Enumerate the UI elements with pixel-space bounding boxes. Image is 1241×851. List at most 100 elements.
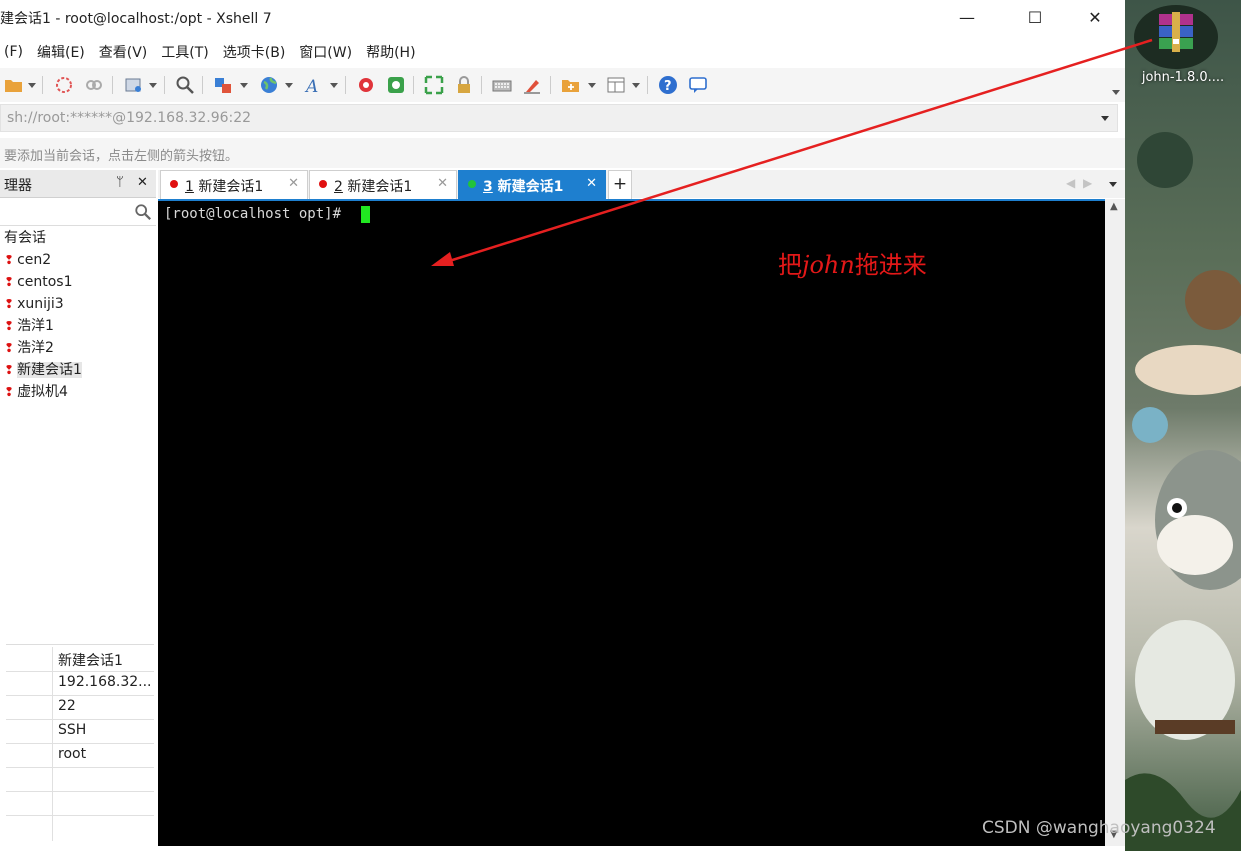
tab-session-3[interactable]: 3 新建会话1 ✕ [458,170,606,199]
property-row: root [6,743,154,768]
desktop-background [1125,0,1241,851]
fullscreen-icon[interactable] [424,75,444,95]
toolbar: A ? [0,68,1125,102]
tab-list-dropdown-icon[interactable] [1109,182,1117,187]
session-icon: ❢ [4,253,15,267]
menu-edit[interactable]: 编辑(E) [30,42,92,62]
maximize-button[interactable]: ☐ [1012,0,1058,34]
xftp-icon[interactable] [356,75,376,95]
tree-item-all-sessions[interactable]: 有会话 [4,228,46,248]
toolbar-separator [413,76,414,94]
tab-close-icon[interactable]: ✕ [288,176,299,191]
new-tab-button[interactable]: + [608,170,632,199]
minimize-button[interactable]: — [944,0,990,34]
session-properties: 新建会话1 192.168.32... 22 SSH root [6,644,154,844]
session-icon: ❢ [4,297,15,311]
disconnect-icon[interactable] [84,75,104,95]
status-dot-icon [170,180,178,188]
menu-bar: (F) 编辑(E) 查看(V) 工具(T) 选项卡(B) 窗口(W) 帮助(H) [0,36,1125,68]
properties-dropdown-icon[interactable] [149,83,157,88]
tab-close-icon[interactable]: ✕ [437,176,448,191]
new-folder-icon[interactable] [561,75,581,95]
terminal-scrollbar[interactable]: ▲ ▼ [1105,199,1125,846]
transfer-dropdown-icon[interactable] [240,83,248,88]
chat-icon[interactable] [688,75,708,95]
toolbar-separator [481,76,482,94]
csdn-watermark: CSDN @wanghaoyang0324 [982,818,1216,838]
search-icon[interactable] [134,203,152,221]
font-dropdown-icon[interactable] [330,83,338,88]
layout-icon[interactable] [606,75,626,95]
tree-item-xuniji3[interactable]: ❢ xuniji3 [4,294,64,314]
toolbar-separator [647,76,648,94]
tab-scroll-left-icon[interactable]: ◀ [1066,176,1075,190]
tab-session-1[interactable]: 1 新建会话1 ✕ [160,170,308,199]
address-dropdown-icon[interactable] [1101,116,1109,121]
hint-bar: 要添加当前会话，点击左侧的箭头按钮。 [0,138,1125,168]
annotation-text: 把john拖进来 [778,251,927,279]
globe-icon[interactable] [259,75,279,95]
tab-scroll-right-icon[interactable]: ▶ [1083,176,1092,190]
terminal-cursor [361,206,370,223]
desktop-icon-label[interactable]: john-1.8.0.... [1126,70,1240,85]
svg-text:?: ? [664,79,672,94]
open-folder-icon[interactable] [4,75,24,95]
toolbar-separator [42,76,43,94]
toolbar-separator [164,76,165,94]
tab-close-icon[interactable]: ✕ [586,176,597,191]
session-search-input[interactable] [0,198,156,226]
properties-icon[interactable] [124,75,144,95]
tree-item-haoyang1[interactable]: ❢ 浩洋1 [4,316,54,336]
property-row: 192.168.32... [6,671,154,696]
tree-item-cen2[interactable]: ❢ cen2 [4,250,51,270]
tree-item-haoyang2[interactable]: ❢ 浩洋2 [4,338,54,358]
tree-item-new-session1[interactable]: ❢ 新建会话1 [4,360,82,380]
hint-text: 要添加当前会话，点击左侧的箭头按钮。 [4,149,239,164]
property-row [6,767,154,792]
xmanager-icon[interactable] [386,75,406,95]
font-icon[interactable]: A [304,75,324,95]
session-manager-header: 理器 ᛘ ✕ [0,170,156,198]
title-bar: 建会话1 - root@localhost:/opt - Xshell 7 — … [0,0,1125,36]
reconnect-icon[interactable] [54,75,74,95]
winrar-archive-icon[interactable] [1133,4,1219,70]
globe-dropdown-icon[interactable] [285,83,293,88]
folder-dropdown-icon[interactable] [588,83,596,88]
wallpaper-art [1125,132,1241,851]
menu-help[interactable]: 帮助(H) [359,42,422,62]
help-icon[interactable]: ? [658,75,678,95]
menu-window[interactable]: 窗口(W) [292,42,359,62]
lock-icon[interactable] [454,75,474,95]
pin-icon[interactable]: ᛘ [116,175,124,190]
scroll-up-icon[interactable]: ▲ [1110,201,1118,212]
tab-bar: 1 新建会话1 ✕ 2 新建会话1 ✕ 3 新建会话1 ✕ + ◀ ▶ [158,170,1125,199]
toolbar-separator [112,76,113,94]
session-tree: 有会话 ❢ cen2 ❢ centos1 ❢ xuniji3 ❢ 浩洋1 ❢ 浩洋2 ❢ 新… [0,226,156,644]
transfer-icon[interactable] [213,75,233,95]
search-icon[interactable] [175,75,195,95]
status-dot-icon [319,180,327,188]
menu-view[interactable]: 查看(V) [92,42,155,62]
close-panel-icon[interactable]: ✕ [137,175,148,190]
layout-dropdown-icon[interactable] [632,83,640,88]
open-dropdown-icon[interactable] [28,83,36,88]
session-icon: ❢ [4,319,15,333]
toolbar-separator [345,76,346,94]
tree-item-vm4[interactable]: ❢ 虚拟机4 [4,382,68,402]
menu-tabs[interactable]: 选项卡(B) [216,42,293,62]
tree-item-centos1[interactable]: ❢ centos1 [4,272,73,292]
close-button[interactable]: ✕ [1072,0,1118,34]
toolbar-overflow-icon[interactable] [1112,90,1120,95]
address-input[interactable]: sh://root:******@192.168.32.96:22 [7,110,251,126]
highlight-icon[interactable] [522,75,542,95]
property-row: SSH [6,719,154,744]
terminal[interactable]: [root@localhost opt]# [158,199,1105,846]
keyboard-icon[interactable] [492,75,512,95]
menu-tools[interactable]: 工具(T) [154,42,215,62]
property-row [6,791,154,841]
toolbar-separator [202,76,203,94]
address-bar[interactable]: sh://root:******@192.168.32.96:22 [0,104,1118,132]
menu-file[interactable]: (F) [0,44,30,60]
tab-session-2[interactable]: 2 新建会话1 ✕ [309,170,457,199]
session-icon: ❢ [4,385,15,399]
